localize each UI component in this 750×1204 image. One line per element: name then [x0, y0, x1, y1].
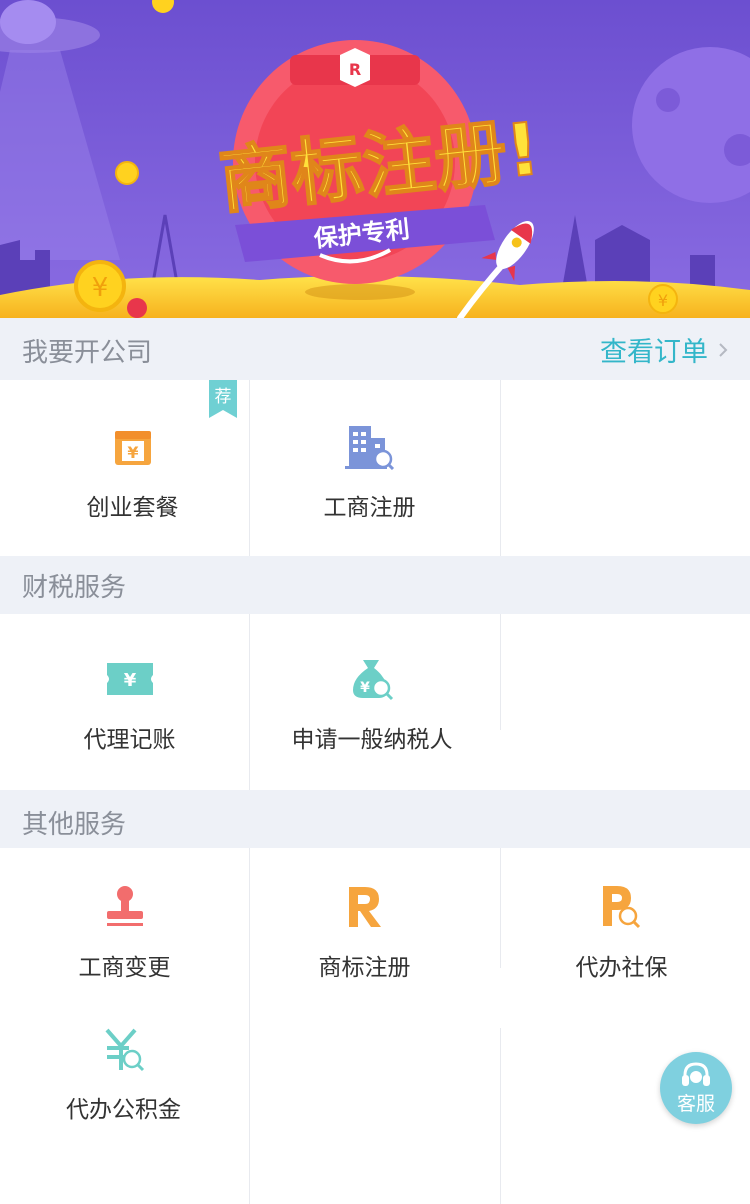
- section-title-tax: 财税服务: [22, 573, 127, 603]
- ticket-yen-icon: ¥: [103, 652, 157, 706]
- grid-item-label: 工商注册: [323, 495, 416, 521]
- recommend-tag-text: 荐: [214, 387, 232, 407]
- recommend-tag: 荐: [209, 380, 237, 418]
- svg-text:¥: ¥: [92, 273, 109, 303]
- grid-item-general-taxpayer[interactable]: ¥ 申请一般纳税人: [282, 652, 462, 754]
- grid-item-business-registration[interactable]: 工商注册: [282, 420, 457, 522]
- yen-search-icon: [97, 1022, 151, 1076]
- grid-item-bookkeeping[interactable]: ¥ 代理记账: [42, 652, 217, 754]
- grid-item-label: 代办社保: [575, 955, 668, 981]
- grid-item-startup-package[interactable]: ¥ 创业套餐: [45, 420, 220, 522]
- section-header-other: 其他服务: [0, 790, 750, 848]
- customer-service-label: 客服: [676, 1092, 715, 1115]
- svg-text:¥: ¥: [360, 680, 370, 696]
- grid-item-label: 代办公积金: [66, 1097, 181, 1123]
- p-search-icon: [595, 880, 649, 934]
- chevron-right-icon: [719, 342, 728, 357]
- grid-item-label: 申请一般纳税人: [291, 727, 453, 753]
- trademark-r-icon: [338, 880, 392, 934]
- banner-illustration: R 商标注册! 保护专利 ¥ ¥: [0, 0, 750, 318]
- svg-text:¥: ¥: [123, 670, 136, 691]
- section-header-company: 我要开公司 查看订单: [0, 318, 750, 380]
- banner-badge: R: [349, 60, 361, 79]
- svg-text:¥: ¥: [658, 291, 668, 310]
- stamp-icon: [98, 880, 152, 934]
- section-title-company: 我要开公司: [22, 338, 153, 368]
- section-header-tax: 财税服务: [0, 556, 750, 614]
- view-orders-label: 查看订单: [600, 337, 708, 368]
- package-yen-icon: ¥: [106, 420, 160, 474]
- section-title-other: 其他服务: [22, 810, 127, 840]
- promo-banner[interactable]: R 商标注册! 保护专利 ¥ ¥: [0, 0, 750, 318]
- view-orders-link[interactable]: 查看订单: [600, 330, 732, 369]
- moneybag-search-icon: ¥: [345, 652, 399, 706]
- grid-item-social-insurance[interactable]: 代办社保: [534, 880, 709, 982]
- grid-item-housing-fund[interactable]: 代办公积金: [36, 1022, 211, 1124]
- customer-service-button[interactable]: 客服: [660, 1052, 732, 1124]
- headset-icon: [682, 1061, 710, 1086]
- grid-item-label: 创业套餐: [86, 495, 179, 521]
- grid-item-label: 商标注册: [318, 955, 411, 981]
- grid-item-label: 代理记账: [83, 727, 176, 753]
- grid-item-label: 工商变更: [78, 955, 171, 981]
- building-search-icon: [343, 420, 397, 474]
- grid-item-trademark-registration[interactable]: 商标注册: [277, 880, 452, 982]
- svg-text:¥: ¥: [127, 443, 138, 462]
- grid-item-business-change[interactable]: 工商变更: [37, 880, 212, 982]
- coin-shape: ¥: [74, 260, 126, 312]
